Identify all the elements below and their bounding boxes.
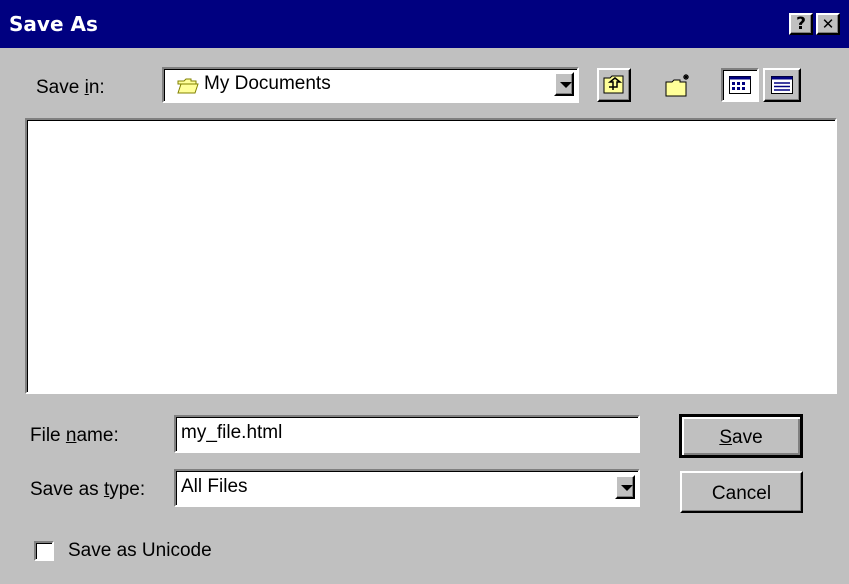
save-as-type-dropdown[interactable]: All Files (174, 469, 640, 507)
save-in-dropdown[interactable]: My Documents (162, 67, 579, 103)
file-name-label: File name: (30, 425, 119, 446)
save-as-type-label: Save as type: (30, 479, 146, 500)
create-new-folder-button[interactable] (660, 66, 698, 104)
details-view-icon (771, 76, 793, 94)
folder-icon (177, 78, 199, 94)
up-one-level-button[interactable] (597, 68, 631, 102)
chevron-down-icon[interactable] (615, 475, 635, 499)
window-title: Save As (9, 12, 98, 36)
close-icon: ✕ (821, 15, 835, 33)
save-in-value: My Documents (204, 73, 331, 94)
cancel-button[interactable]: Cancel (680, 471, 803, 513)
save-as-unicode-label: Save as Unicode (68, 540, 212, 561)
close-button[interactable]: ✕ (816, 13, 840, 35)
chevron-down-icon[interactable] (554, 72, 574, 96)
save-in-label: Save in: (36, 77, 105, 98)
file-name-value: my_file.html (181, 422, 283, 443)
file-name-input[interactable]: my_file.html (174, 415, 640, 453)
file-list[interactable] (25, 118, 837, 394)
save-button[interactable]: Save (679, 414, 803, 458)
help-button[interactable]: ? (789, 13, 813, 35)
details-view-button[interactable] (763, 68, 801, 102)
up-one-level-icon (603, 75, 624, 94)
help-icon: ? (796, 14, 806, 34)
list-view-button[interactable] (721, 68, 759, 102)
save-as-type-value: All Files (181, 476, 248, 497)
list-view-icon (729, 76, 751, 94)
title-bar[interactable]: Save As ? ✕ (0, 0, 849, 48)
create-new-folder-icon (665, 74, 689, 97)
save-as-unicode-checkbox[interactable] (34, 541, 54, 561)
